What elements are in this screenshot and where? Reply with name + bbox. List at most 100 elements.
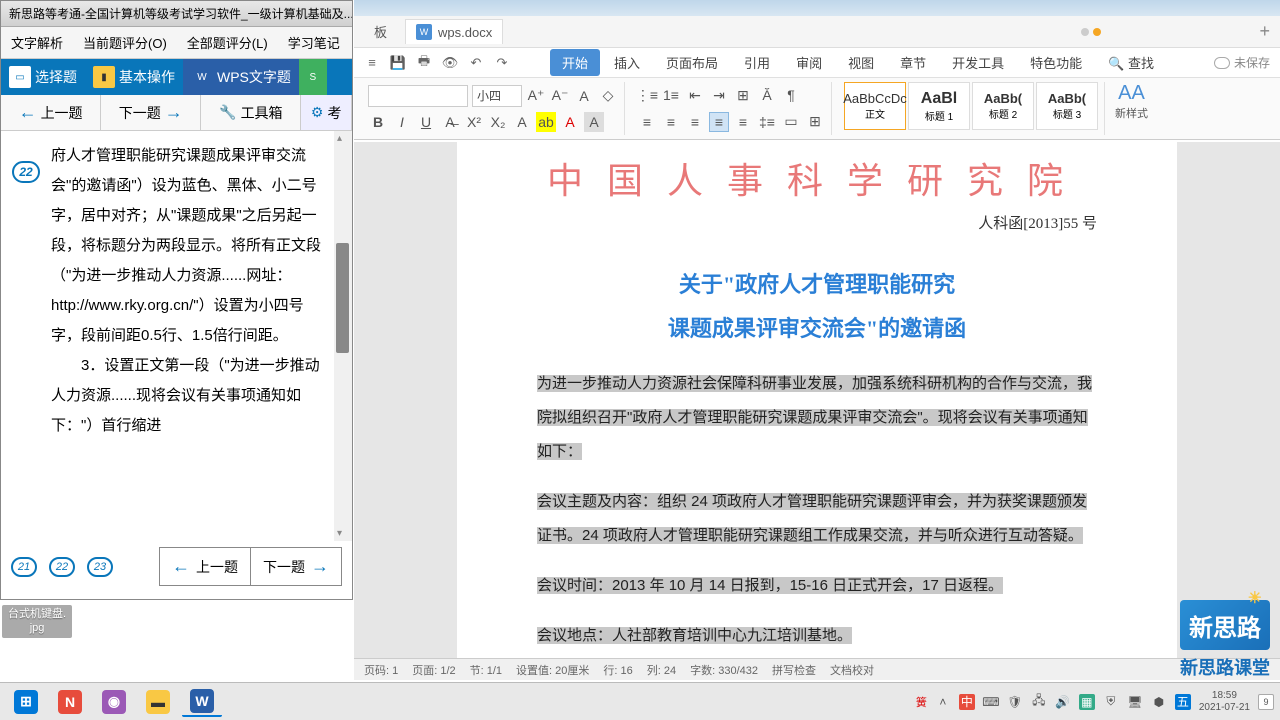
scroll-down-icon[interactable]: ▾ xyxy=(337,528,342,539)
rtab-insert[interactable]: 插入 xyxy=(602,49,652,76)
style-h1[interactable]: AaBl标题 1 xyxy=(908,82,970,130)
rtab-view[interactable]: 视图 xyxy=(836,49,886,76)
nav-tools[interactable]: 🔧工具箱 xyxy=(201,95,301,130)
align-right-icon[interactable]: ≡ xyxy=(685,112,705,132)
taskbar-wps[interactable]: W xyxy=(182,687,222,717)
bold-button[interactable]: B xyxy=(368,112,388,132)
style-h3[interactable]: AaBb(标题 3 xyxy=(1036,82,1098,130)
sort-icon[interactable]: Ă xyxy=(757,85,777,105)
nav-prev[interactable]: ←上一题 xyxy=(1,95,101,130)
tab-icon[interactable]: ⊞ xyxy=(733,85,753,105)
sub-icon[interactable]: X₂ xyxy=(488,112,508,132)
new-style-button[interactable]: AA 新样式 xyxy=(1111,82,1152,135)
tray-vol-icon[interactable]: 🔊 xyxy=(1055,694,1071,710)
tab-basic[interactable]: ▮基本操作 xyxy=(85,59,183,95)
footer-next[interactable]: 下一题→ xyxy=(251,548,341,585)
align-justify-icon[interactable]: ≡ xyxy=(709,112,729,132)
font-size-select[interactable]: 小四 xyxy=(472,85,522,107)
file-chip[interactable]: 台式机键盘. jpg xyxy=(2,605,72,638)
doc-tab-ban[interactable]: 板 xyxy=(364,18,397,45)
menu-score-all[interactable]: 全部题评分(L) xyxy=(177,27,278,58)
strike-icon[interactable]: A̶ xyxy=(440,112,460,132)
font-family-select[interactable] xyxy=(368,85,468,107)
rtab-layout[interactable]: 页面布局 xyxy=(654,49,730,76)
indent-dec-icon[interactable]: ⇤ xyxy=(685,85,705,105)
rtab-dev[interactable]: 开发工具 xyxy=(940,49,1016,76)
notification-icon[interactable]: 9 xyxy=(1258,694,1274,710)
indent-inc-icon[interactable]: ⇥ xyxy=(709,85,729,105)
start-button[interactable]: ⊞ xyxy=(6,687,46,717)
grow-font-icon[interactable]: A⁺ xyxy=(526,86,546,106)
text-effect-icon[interactable]: A xyxy=(512,112,532,132)
document-area[interactable]: 中国人事科学研究院 人科函[2013]55 号 关于"政府人才管理职能研究 课题… xyxy=(354,142,1280,658)
nav-exam[interactable]: ⚙考 xyxy=(301,95,352,130)
align-dist-icon[interactable]: ≡ xyxy=(733,112,753,132)
tray-zh-icon[interactable]: 五 xyxy=(1175,694,1191,710)
rtab-ref[interactable]: 引用 xyxy=(732,49,782,76)
print-icon[interactable]: 🖶 xyxy=(416,55,432,71)
taskbar-app-1[interactable]: N xyxy=(50,687,90,717)
tray-text: 簧 xyxy=(916,694,927,710)
page-21[interactable]: 21 xyxy=(11,557,37,577)
font-color-icon[interactable]: A xyxy=(560,112,580,132)
align-left-icon[interactable]: ≡ xyxy=(637,112,657,132)
tray-net-icon[interactable]: 🖧 xyxy=(1031,694,1047,710)
change-case-icon[interactable]: A xyxy=(574,86,594,106)
save-icon[interactable]: 💾 xyxy=(390,55,406,71)
doc-tab-active[interactable]: W wps.docx xyxy=(405,19,503,44)
rtab-review[interactable]: 审阅 xyxy=(784,49,834,76)
rtab-special[interactable]: 特色功能 xyxy=(1018,49,1094,76)
taskbar-clock[interactable]: 18:59 2021-07-21 xyxy=(1199,690,1250,714)
tab-green[interactable]: S xyxy=(299,59,327,95)
menu-score-current[interactable]: 当前题评分(O) xyxy=(73,27,177,58)
tray-ch-icon[interactable]: 中 xyxy=(959,694,975,710)
tray-shield-icon[interactable]: 🛡 xyxy=(1007,694,1023,710)
search-box[interactable]: 🔍 查找 xyxy=(1096,49,1166,76)
para-mark-icon[interactable]: ¶ xyxy=(781,85,801,105)
undo-icon[interactable]: ↶ xyxy=(468,55,484,71)
bullets-icon[interactable]: ⋮≡ xyxy=(637,85,657,105)
tray-up-icon[interactable]: ˄ xyxy=(935,694,951,710)
tray-g-icon[interactable]: ▦ xyxy=(1079,694,1095,710)
super-icon[interactable]: X² xyxy=(464,112,484,132)
rtab-start[interactable]: 开始 xyxy=(550,49,600,76)
tray-usb-icon[interactable]: ⬢ xyxy=(1151,694,1167,710)
tray-monitor-icon[interactable]: 🖥 xyxy=(1127,694,1143,710)
menu-notes[interactable]: 学习笔记 xyxy=(278,27,350,58)
style-h2[interactable]: AaBb(标题 2 xyxy=(972,82,1034,130)
status-proof[interactable]: 文档校对 xyxy=(830,662,874,678)
menu-text-parse[interactable]: 文字解析 xyxy=(1,27,73,58)
scroll-up-icon[interactable]: ▴ xyxy=(337,133,342,144)
add-tab[interactable]: + xyxy=(1249,17,1280,46)
taskbar-explorer[interactable]: ▬ xyxy=(138,687,178,717)
tab-wps-text[interactable]: WWPS文字题 xyxy=(183,59,299,95)
status-ime[interactable]: 拼写检查 xyxy=(772,662,816,678)
clear-format-icon[interactable]: ◇ xyxy=(598,86,618,106)
redo-icon[interactable]: ↷ xyxy=(494,55,510,71)
page-22[interactable]: 22 xyxy=(49,557,75,577)
footer-prev[interactable]: ←上一题 xyxy=(160,548,251,585)
tray-sec-icon[interactable]: ⛨ xyxy=(1103,694,1119,710)
shading-icon[interactable]: ▭ xyxy=(781,112,801,132)
rtab-section[interactable]: 章节 xyxy=(888,49,938,76)
taskbar-app-2[interactable]: ◉ xyxy=(94,687,134,717)
borders-icon[interactable]: ⊞ xyxy=(805,112,825,132)
numbering-icon[interactable]: 1≡ xyxy=(661,85,681,105)
doc-heading-1: 关于"政府人才管理职能研究 xyxy=(537,263,1097,307)
italic-button[interactable]: I xyxy=(392,112,412,132)
nav-next[interactable]: 下一题→ xyxy=(101,95,201,130)
tray-ime-icon[interactable]: ⌨ xyxy=(983,694,999,710)
highlight-icon[interactable]: ab xyxy=(536,112,556,132)
char-shading-icon[interactable]: A xyxy=(584,112,604,132)
scroll-thumb[interactable] xyxy=(336,243,349,353)
style-normal[interactable]: AaBbCcDc正文 xyxy=(844,82,906,130)
preview-icon[interactable]: 👁 xyxy=(442,55,458,71)
tab-choice[interactable]: ▭选择题 xyxy=(1,59,85,95)
align-center-icon[interactable]: ≡ xyxy=(661,112,681,132)
underline-button[interactable]: U xyxy=(416,112,436,132)
page-23[interactable]: 23 xyxy=(87,557,113,577)
line-spacing-icon[interactable]: ‡≡ xyxy=(757,112,777,132)
shrink-font-icon[interactable]: A⁻ xyxy=(550,86,570,106)
scrollbar[interactable]: ▴ ▾ xyxy=(334,131,352,541)
menu-icon[interactable]: ≡ xyxy=(364,55,380,71)
